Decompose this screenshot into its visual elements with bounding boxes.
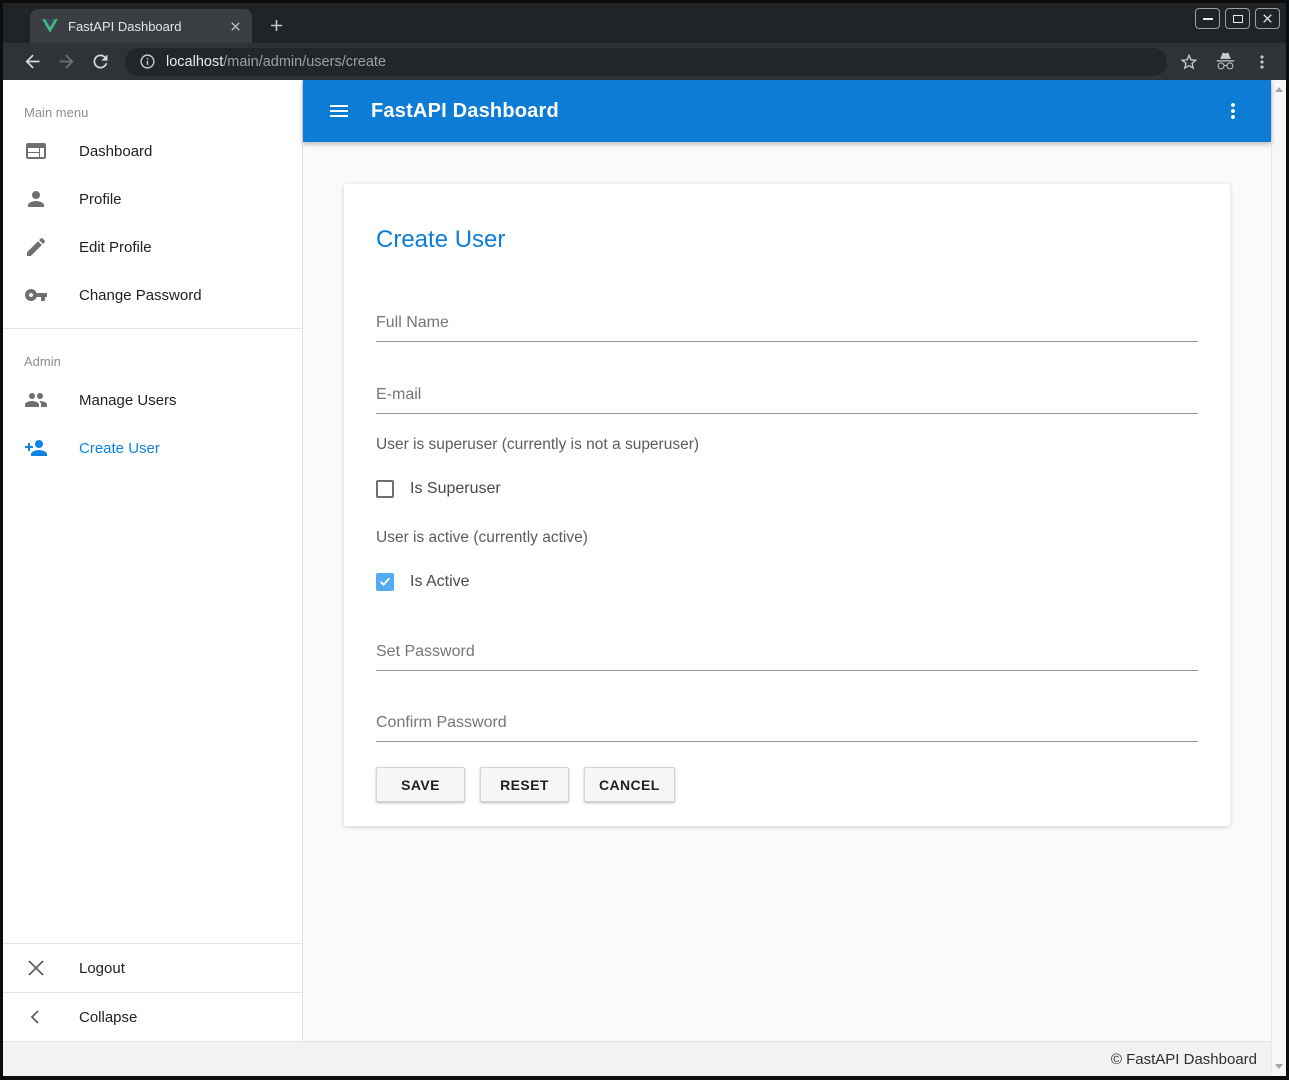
full-name-field-wrap: [376, 308, 1198, 342]
new-tab-button[interactable]: [265, 14, 287, 36]
sidebar-item-logout[interactable]: Logout: [3, 943, 302, 992]
address-bar[interactable]: localhost/main/admin/users/create: [125, 48, 1167, 76]
window-controls: [1195, 8, 1280, 29]
page-viewport: Main menu Dashboard Profile Edit Profile: [3, 80, 1286, 1076]
superuser-note: User is superuser (currently is not a su…: [376, 436, 1198, 454]
sidebar-section-admin: Admin: [3, 329, 302, 376]
set-password-input[interactable]: [376, 637, 1198, 671]
full-name-input[interactable]: [376, 308, 1198, 342]
app-header: FastAPI Dashboard: [303, 80, 1271, 142]
sidebar-item-label: Profile: [79, 191, 122, 208]
page-title: Create User: [376, 224, 1198, 256]
toolbar-actions: [1179, 51, 1272, 72]
scroll-up-arrow-icon[interactable]: [1275, 87, 1283, 92]
cancel-button[interactable]: CANCEL: [584, 767, 675, 802]
vue-logo-icon: [42, 18, 58, 34]
copyright-text: © FastAPI Dashboard: [1111, 1051, 1257, 1068]
sidebar-item-profile[interactable]: Profile: [3, 175, 302, 223]
maximize-button[interactable]: [1225, 8, 1250, 29]
forward-icon[interactable]: [54, 50, 78, 74]
close-button[interactable]: [1255, 8, 1280, 29]
form-actions: SAVE RESET CANCEL: [376, 767, 1198, 802]
app-menu-kebab-icon[interactable]: [1221, 99, 1245, 123]
app-footer: © FastAPI Dashboard: [3, 1041, 1271, 1076]
sidebar-item-label: Change Password: [79, 287, 202, 304]
incognito-icon: [1215, 51, 1236, 72]
set-password-field-wrap: [376, 637, 1198, 671]
reload-icon[interactable]: [88, 50, 112, 74]
tab-strip: FastAPI Dashboard: [3, 3, 1286, 43]
is-superuser-checkbox-row[interactable]: Is Superuser: [376, 479, 1198, 498]
email-field-wrap: [376, 380, 1198, 414]
app-title: FastAPI Dashboard: [371, 100, 559, 123]
sidebar-item-label: Create User: [79, 440, 160, 457]
bookmark-star-icon[interactable]: [1179, 52, 1199, 72]
is-superuser-checkbox[interactable]: [376, 480, 394, 498]
sidebar-item-label: Dashboard: [79, 143, 152, 160]
tab-close-icon[interactable]: [227, 18, 244, 35]
tab-title: FastAPI Dashboard: [68, 19, 227, 34]
active-note: User is active (currently active): [376, 529, 1198, 547]
is-active-label: Is Active: [410, 573, 470, 591]
site-info-icon[interactable]: [139, 53, 156, 70]
sidebar-item-label: Logout: [79, 960, 125, 977]
sidebar-bottom: Logout Collapse: [3, 943, 302, 1041]
dashboard-icon: [24, 139, 48, 163]
sidebar-item-manage-users[interactable]: Manage Users: [3, 376, 302, 424]
scroll-down-arrow-icon[interactable]: [1275, 1064, 1283, 1069]
key-icon: [24, 283, 48, 307]
browser-window: FastAPI Dashboard: [3, 3, 1286, 1076]
sidebar-item-label: Collapse: [79, 1009, 137, 1026]
sidebar-item-change-password[interactable]: Change Password: [3, 271, 302, 319]
create-user-card: Create User User is superuser (currently…: [344, 184, 1230, 826]
email-input[interactable]: [376, 380, 1198, 414]
main-content: Create User User is superuser (currently…: [303, 142, 1271, 1041]
person-add-icon: [24, 436, 48, 460]
browser-toolbar: localhost/main/admin/users/create: [3, 43, 1286, 80]
sidebar-item-label: Manage Users: [79, 392, 177, 409]
sidebar: Main menu Dashboard Profile Edit Profile: [3, 80, 303, 1041]
is-active-checkbox[interactable]: [376, 573, 394, 591]
people-icon: [24, 388, 48, 412]
browser-menu-icon[interactable]: [1252, 52, 1272, 72]
chevron-left-icon: [24, 1005, 48, 1029]
save-button[interactable]: SAVE: [376, 767, 465, 802]
hamburger-menu-icon[interactable]: [327, 99, 351, 123]
pencil-icon: [24, 235, 48, 259]
close-x-icon: [24, 956, 48, 980]
back-icon[interactable]: [20, 50, 44, 74]
url-host: localhost: [166, 54, 223, 70]
sidebar-item-collapse[interactable]: Collapse: [3, 992, 302, 1041]
sidebar-item-label: Edit Profile: [79, 239, 152, 256]
url-path: /main/admin/users/create: [223, 54, 386, 70]
sidebar-item-dashboard[interactable]: Dashboard: [3, 127, 302, 175]
browser-tab[interactable]: FastAPI Dashboard: [30, 9, 252, 43]
sidebar-item-edit-profile[interactable]: Edit Profile: [3, 223, 302, 271]
person-icon: [24, 187, 48, 211]
minimize-button[interactable]: [1195, 8, 1220, 29]
vertical-scrollbar[interactable]: [1271, 80, 1286, 1076]
is-active-checkbox-row[interactable]: Is Active: [376, 572, 1198, 591]
confirm-password-field-wrap: [376, 708, 1198, 742]
reset-button[interactable]: RESET: [480, 767, 569, 802]
is-superuser-label: Is Superuser: [410, 480, 501, 498]
sidebar-section-main-menu: Main menu: [3, 80, 302, 127]
confirm-password-input[interactable]: [376, 708, 1198, 742]
sidebar-item-create-user[interactable]: Create User: [3, 424, 302, 472]
